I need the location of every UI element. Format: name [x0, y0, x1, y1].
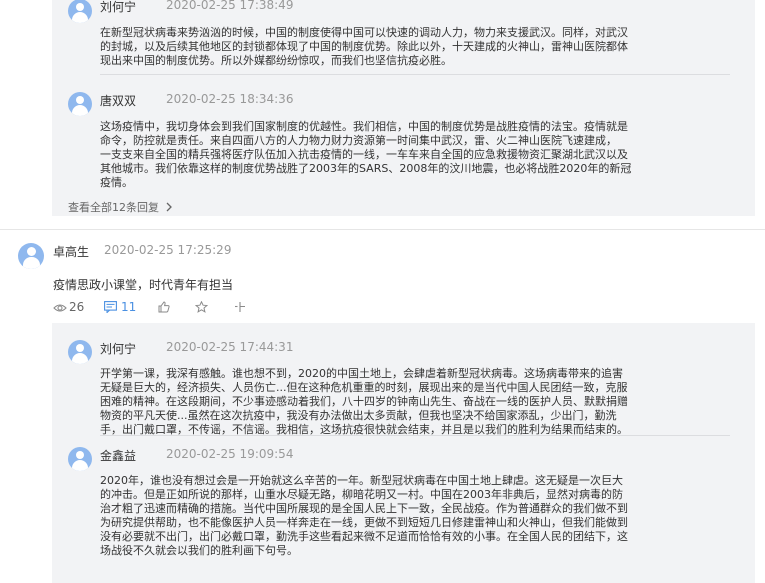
reply-time: 2020-02-25 17:38:49: [166, 0, 294, 12]
reply-box-post: 刘何宁 2020-02-25 17:44:31 开学第一课，我深有感触。谁也想不…: [52, 323, 755, 583]
reply-author[interactable]: 刘何宁: [100, 0, 136, 15]
reply-box-top: 刘何宁 2020-02-25 17:38:49 在新型冠状病毒来势汹汹的时候，中…: [52, 0, 755, 216]
chevron-right-icon: [166, 202, 172, 212]
avatar[interactable]: [68, 340, 92, 364]
star-icon[interactable]: [195, 301, 208, 313]
reply-item: 金鑫益 2020-02-25 19:09:54 2020年，谁也没有想过会是一开…: [52, 436, 755, 576]
reply-item: 刘何宁 2020-02-25 17:44:31 开学第一课，我深有感触。谁也想不…: [52, 323, 755, 436]
thumbs-up-icon[interactable]: [158, 301, 170, 313]
reply-text: 这场疫情中，我切身体会到我们国家制度的优越性。我们相信，中国的制度优势是战胜疫情…: [100, 120, 632, 189]
eye-icon: [53, 304, 67, 312]
post-author[interactable]: 卓高生: [53, 243, 89, 260]
post-separator: [0, 229, 765, 230]
share-icon[interactable]: [234, 301, 246, 313]
post-author-avatar[interactable]: [18, 243, 44, 269]
comment-icon: [104, 301, 117, 313]
avatar[interactable]: [68, 92, 92, 116]
reply-item: 唐双双 2020-02-25 18:34:36 这场疫情中，我切身体会到我们国家…: [52, 75, 755, 189]
reply-text: 2020年，谁也没有想过会是一开始就这么辛苦的一年。新型冠状病毒在中国土地上肆虐…: [100, 474, 628, 557]
post-content: 疫情思政小课堂，时代青年有担当: [53, 278, 234, 292]
avatar[interactable]: [68, 0, 92, 23]
reply-time: 2020-02-25 17:44:31: [166, 340, 294, 354]
reply-text: 开学第一课，我深有感触。谁也想不到，2020的中国土地上，会肆虐着新型冠状病毒。…: [100, 367, 628, 436]
reply-author[interactable]: 唐双双: [100, 92, 136, 109]
reply-author[interactable]: 刘何宁: [100, 340, 136, 357]
reply-author[interactable]: 金鑫益: [100, 447, 136, 464]
avatar[interactable]: [68, 447, 92, 471]
view-all-label: 查看全部12条回复: [68, 201, 159, 214]
views-count: 26: [69, 300, 85, 314]
comments-toggle[interactable]: 11: [104, 299, 140, 317]
reply-time: 2020-02-25 19:09:54: [166, 447, 294, 461]
reply-time: 2020-02-25 18:34:36: [166, 92, 294, 106]
reply-item: 刘何宁 2020-02-25 17:38:49 在新型冠状病毒来势汹汹的时候，中…: [52, 0, 755, 77]
view-all-replies-link[interactable]: 查看全部12条回复: [68, 199, 173, 215]
reply-text: 在新型冠状病毒来势汹汹的时候，中国的制度使得中国可以快速的调动人力，物力来支援武…: [100, 26, 628, 67]
comments-count: 11: [121, 300, 137, 314]
post-time: 2020-02-25 17:25:29: [104, 243, 232, 257]
